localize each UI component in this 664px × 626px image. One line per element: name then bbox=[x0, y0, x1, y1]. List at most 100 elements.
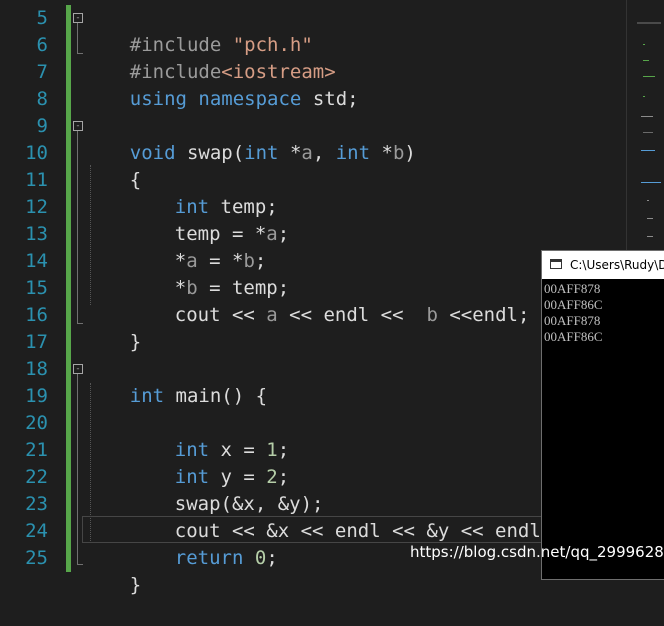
code-text: cout << bbox=[174, 304, 267, 326]
parameter: a bbox=[266, 223, 278, 245]
minimap-mark bbox=[641, 150, 655, 151]
code-line[interactable]: #include "pch.h" bbox=[84, 5, 313, 56]
line-number: 21 bbox=[25, 439, 48, 461]
brace: } bbox=[129, 574, 142, 596]
console-title: C:\Users\Rudy\D bbox=[570, 258, 664, 272]
code-line[interactable]: int main() { bbox=[84, 356, 267, 407]
parameter: a bbox=[266, 304, 278, 326]
line-number: 5 bbox=[36, 7, 48, 29]
code-line[interactable]: using namespace std; bbox=[84, 59, 359, 110]
code-line[interactable]: { bbox=[84, 140, 141, 191]
console-window[interactable]: C:\Users\Rudy\D 00AFF878 00AFF86C 00AFF8… bbox=[541, 250, 664, 580]
collapse-toggle-icon[interactable]: - bbox=[73, 364, 83, 374]
line-number: 25 bbox=[25, 547, 48, 569]
fold-guide-end bbox=[77, 53, 83, 54]
minimap-mark bbox=[643, 132, 653, 133]
line-number: 15 bbox=[25, 277, 48, 299]
code-text: swap( bbox=[175, 142, 245, 164]
minimap-mark bbox=[647, 236, 653, 237]
line-number: 8 bbox=[36, 88, 48, 110]
watermark-text: https://blog.csdn.net/qq_29996285 bbox=[410, 543, 664, 561]
minimap-mark bbox=[643, 44, 645, 45]
line-number: 6 bbox=[36, 34, 48, 56]
number-literal: 0 bbox=[254, 547, 267, 569]
line-number: 16 bbox=[25, 304, 48, 326]
code-line[interactable]: *b = temp; bbox=[129, 248, 289, 299]
change-indicator-bar bbox=[66, 5, 71, 572]
console-output-line: 00AFF86C bbox=[544, 297, 603, 312]
line-number: 17 bbox=[25, 331, 48, 353]
code-text: <<endl; bbox=[437, 304, 530, 326]
code-line[interactable]: return 0; bbox=[129, 518, 278, 569]
minimap-mark bbox=[643, 76, 655, 77]
line-number: 13 bbox=[25, 223, 48, 245]
code-text: ; bbox=[266, 547, 278, 569]
code-line[interactable]: void swap(int *a, int *b) bbox=[84, 113, 416, 164]
keyword: namespace bbox=[198, 88, 302, 110]
code-text: ) bbox=[404, 142, 416, 164]
keyword: int bbox=[244, 142, 279, 164]
fold-guide bbox=[77, 131, 78, 323]
line-number: 22 bbox=[25, 466, 48, 488]
parameter: a bbox=[301, 142, 313, 164]
code-line[interactable]: swap(&x, &y); bbox=[129, 464, 324, 515]
keyword: int bbox=[335, 142, 371, 164]
code-text: * bbox=[278, 142, 302, 164]
minimap-mark bbox=[641, 182, 661, 183]
code-text: * bbox=[370, 142, 393, 164]
line-number: 23 bbox=[25, 493, 48, 515]
code-text: main() { bbox=[164, 385, 268, 407]
collapse-toggle-icon[interactable]: - bbox=[73, 13, 83, 23]
keyword: int bbox=[129, 385, 165, 407]
code-line[interactable]: #include<iostream> bbox=[84, 32, 336, 83]
line-number: 11 bbox=[25, 169, 48, 191]
keyword: using bbox=[129, 88, 187, 110]
code-text: std; bbox=[301, 88, 359, 110]
line-number: 10 bbox=[25, 142, 48, 164]
minimap-mark bbox=[637, 22, 661, 24]
parameter: b bbox=[392, 142, 405, 164]
code-text: , bbox=[312, 142, 336, 164]
console-output-line: 00AFF86C bbox=[544, 329, 603, 344]
line-number: 12 bbox=[25, 196, 48, 218]
fold-guide-end bbox=[77, 564, 83, 565]
code-line[interactable]: int y = 2; bbox=[129, 437, 289, 488]
console-output: 00AFF878 00AFF86C 00AFF878 00AFF86C bbox=[542, 279, 664, 345]
minimap-mark bbox=[641, 116, 653, 117]
line-number: 24 bbox=[25, 520, 48, 542]
line-number: 7 bbox=[36, 61, 48, 83]
code-text: << endl << bbox=[277, 304, 427, 326]
minimap-mark bbox=[643, 96, 645, 97]
code-text: ; bbox=[277, 223, 290, 245]
code-line[interactable]: } bbox=[84, 302, 141, 353]
code-line[interactable]: cout << &x << endl << &y << endl; bbox=[129, 491, 553, 542]
console-output-line: 00AFF878 bbox=[544, 281, 601, 296]
scrollbar-minimap[interactable] bbox=[626, 0, 664, 250]
minimap-mark bbox=[647, 200, 649, 201]
fold-guide bbox=[77, 374, 78, 564]
code-line[interactable]: *a = *b; bbox=[129, 221, 267, 272]
line-number: 19 bbox=[25, 385, 48, 407]
keyword: return bbox=[174, 547, 244, 569]
minimap-mark bbox=[643, 60, 649, 61]
collapse-toggle-icon[interactable]: - bbox=[73, 121, 83, 131]
fold-guide-end bbox=[77, 323, 83, 324]
brace: } bbox=[129, 331, 142, 353]
line-number: 20 bbox=[25, 412, 48, 434]
fold-guide bbox=[77, 23, 78, 53]
minimap-mark bbox=[647, 218, 653, 219]
parameter: b bbox=[426, 304, 438, 326]
code-line[interactable]: int x = 1; bbox=[129, 410, 289, 461]
code-line[interactable]: int temp; bbox=[129, 167, 278, 218]
console-output-line: 00AFF878 bbox=[544, 313, 601, 328]
code-line[interactable]: cout << a << endl << b <<endl; bbox=[129, 275, 530, 326]
code-line[interactable]: temp = *a; bbox=[129, 194, 289, 245]
line-number: 14 bbox=[25, 250, 48, 272]
code-line[interactable]: } bbox=[84, 545, 141, 596]
console-title-bar[interactable]: C:\Users\Rudy\D bbox=[542, 251, 664, 279]
line-number: 9 bbox=[36, 115, 48, 137]
console-window-icon bbox=[550, 259, 562, 269]
line-number: 18 bbox=[25, 358, 48, 380]
